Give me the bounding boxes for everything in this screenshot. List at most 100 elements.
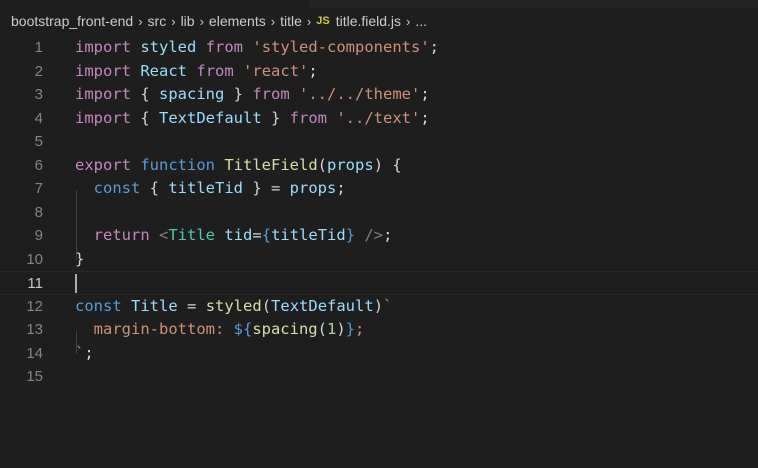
code-token: { (131, 85, 159, 103)
code-token: ; (308, 61, 318, 80)
code-token: ) (373, 296, 384, 315)
line-number: 9 (34, 227, 43, 244)
chevron-right-icon: › (270, 13, 276, 29)
breadcrumb-item-title[interactable]: title (280, 13, 302, 29)
breadcrumb-item-elements[interactable]: elements (209, 13, 266, 29)
code-line[interactable]: 7 const { titleTid } = props; (0, 177, 758, 201)
line-number: 10 (26, 250, 43, 268)
code-token: ; (355, 320, 365, 338)
code-token: TitleField (224, 155, 318, 174)
code-token: styled (205, 296, 262, 315)
line-number: 15 (26, 368, 43, 385)
code-token: import (75, 108, 131, 127)
javascript-file-icon: JS (316, 15, 330, 27)
code-token: ; (383, 226, 393, 244)
code-token: ` (383, 296, 393, 315)
code-line[interactable]: 1 import styled from 'styled-components'; (0, 36, 758, 60)
line-number: 3 (34, 86, 43, 103)
code-line[interactable]: 15 (0, 365, 758, 389)
code-line[interactable]: 6 export function TitleField(props) { (0, 154, 758, 178)
code-text: } (75, 248, 84, 272)
code-token: { (131, 108, 159, 127)
code-token: props (327, 155, 374, 174)
code-token: function (140, 155, 215, 174)
code-token: TextDefault (159, 108, 262, 127)
code-token: { (140, 179, 169, 197)
code-token: return (93, 226, 150, 244)
breadcrumb-item-lib[interactable]: lib (181, 13, 195, 29)
code-token: margin-bottom: (75, 320, 234, 338)
code-line[interactable]: 2 import React from 'react'; (0, 60, 758, 84)
code-line[interactable]: 5 (0, 130, 758, 154)
code-token: } (345, 226, 356, 244)
line-number: 11 (27, 275, 43, 292)
code-token: 'react' (243, 61, 309, 80)
code-token: TextDefault (271, 296, 374, 315)
code-token: '../../theme' (299, 85, 421, 103)
code-line[interactable]: 8 (0, 201, 758, 225)
code-token: props (289, 179, 337, 197)
code-token: ; (84, 343, 94, 362)
tab-strip-remnant (0, 0, 758, 8)
line-number: 6 (34, 156, 43, 174)
code-token: '../text' (336, 108, 421, 127)
code-text: import { spacing } from '../../theme'; (75, 83, 430, 107)
code-token: ( (261, 296, 272, 315)
code-token: spacing (159, 85, 225, 103)
code-token: ; (429, 38, 440, 56)
chevron-right-icon: › (199, 13, 204, 29)
code-line[interactable]: 11 (0, 271, 758, 295)
line-number: 8 (34, 203, 43, 221)
tab-bar-background (310, 0, 758, 8)
code-line[interactable]: 12 const Title = styled(TextDefault)` (0, 295, 758, 319)
code-line[interactable]: 3 import { spacing } from '../../theme'; (0, 83, 758, 107)
code-token: from (289, 108, 327, 127)
code-token: const (75, 296, 122, 315)
breadcrumb-item-project[interactable]: bootstrap_front-end (11, 13, 133, 29)
breadcrumb-item-src[interactable]: src (148, 13, 167, 29)
code-line[interactable]: 4 import { TextDefault } from '../text'; (0, 107, 758, 131)
breadcrumb-item-file[interactable]: title.field.js (336, 13, 401, 29)
code-token: tid (224, 226, 253, 244)
code-token: spacing (252, 320, 318, 338)
line-number: 14 (26, 344, 43, 362)
code-token: Title (131, 296, 178, 315)
code-line[interactable]: 9 return <Title tid={titleTid} />; (0, 224, 758, 248)
code-token: } (261, 108, 290, 127)
code-token: from (205, 38, 244, 56)
line-number: 1 (34, 39, 43, 56)
chevron-right-icon: › (171, 13, 176, 29)
code-token: titleTid (271, 226, 346, 244)
code-text: `; (75, 342, 94, 366)
code-token: ) (336, 320, 346, 338)
code-token: titleTid (168, 179, 243, 197)
code-line[interactable]: 13 margin-bottom: ${spacing(1)}; (0, 318, 758, 342)
code-token: export (75, 155, 131, 174)
code-line[interactable]: 10} (0, 248, 758, 272)
code-token: /> (364, 226, 384, 244)
code-token: const (93, 179, 141, 197)
code-token: = (252, 226, 262, 244)
code-token: 'styled-components' (252, 38, 430, 56)
breadcrumb-more[interactable]: ... (415, 13, 427, 29)
code-token: 1 (326, 320, 337, 338)
code-line[interactable]: 14 `; (0, 342, 758, 366)
code-editor[interactable]: 1 import styled from 'styled-components';… (0, 35, 758, 468)
line-number: 4 (34, 109, 43, 127)
code-text: margin-bottom: ${spacing(1)}; (75, 318, 365, 342)
line-number: 13 (26, 321, 43, 338)
code-token: < (159, 226, 169, 244)
code-token: ; (420, 85, 430, 103)
line-number: 5 (34, 133, 43, 150)
code-text: import styled from 'styled-components'; (75, 36, 439, 60)
